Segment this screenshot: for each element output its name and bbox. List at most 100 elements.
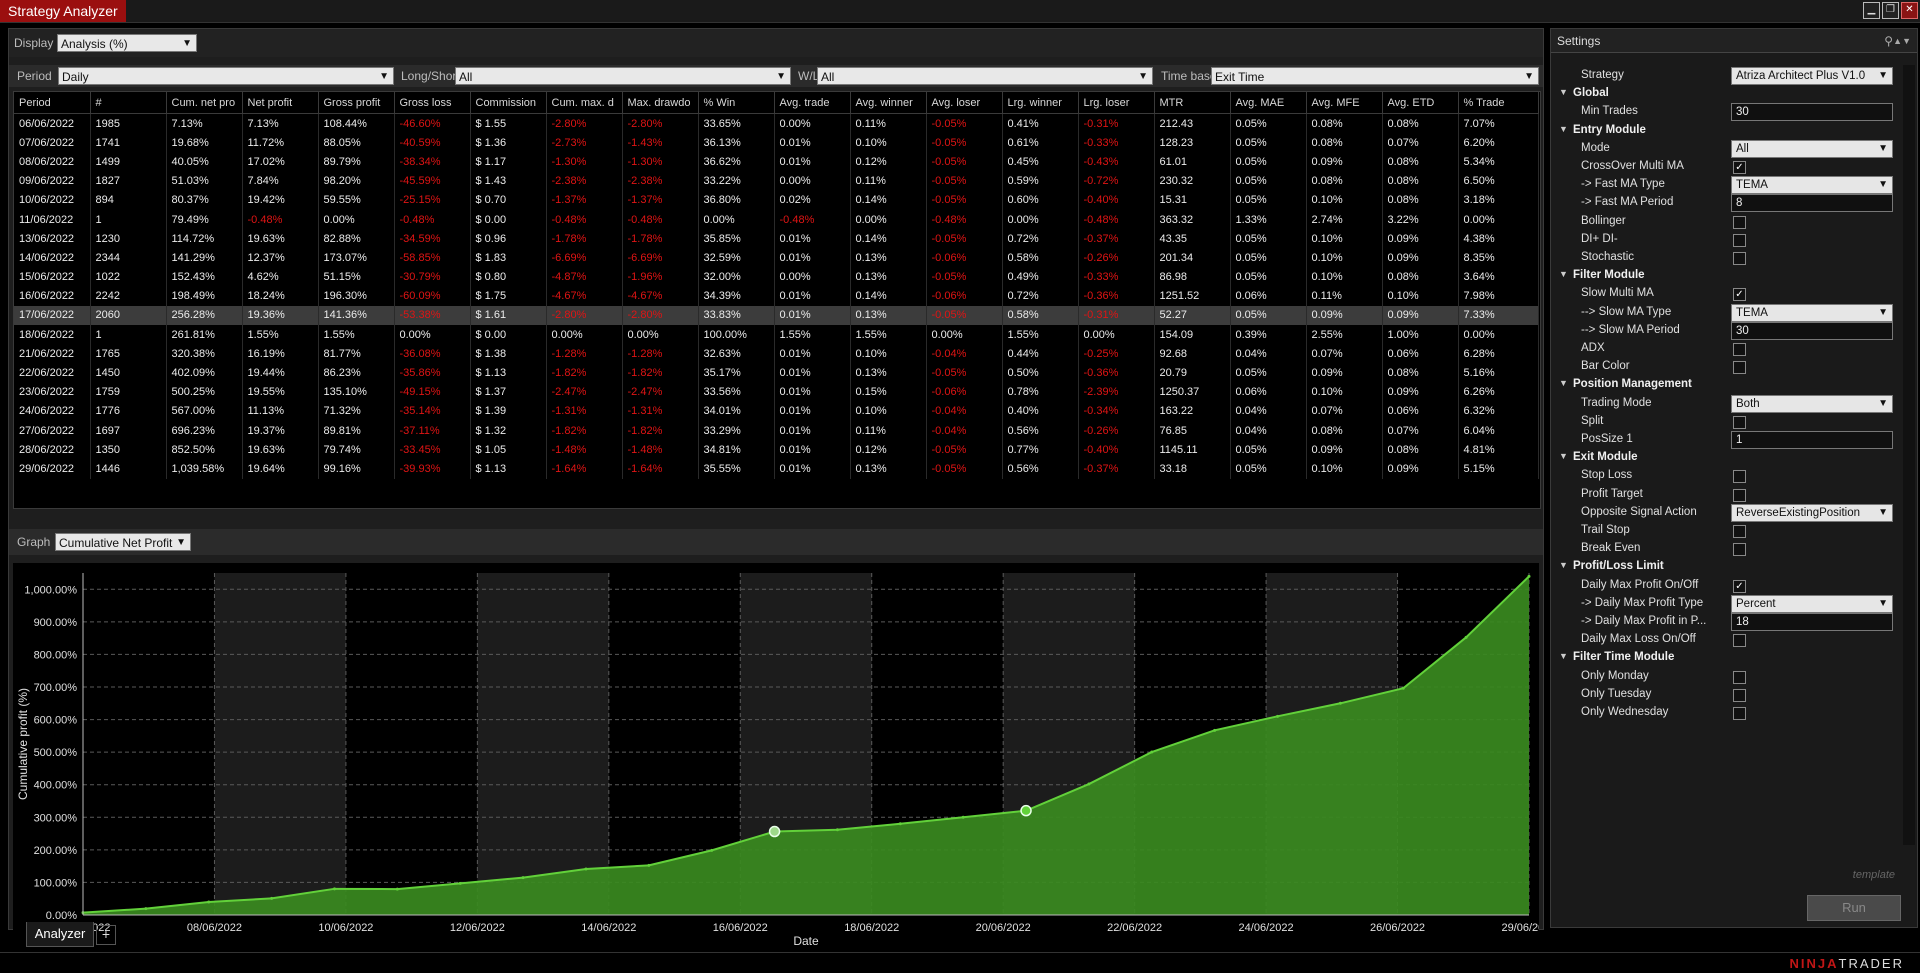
template-label[interactable]: template bbox=[1853, 869, 1895, 881]
table-cell: 7.13% bbox=[242, 113, 319, 134]
settings-scrollbar[interactable] bbox=[1903, 65, 1915, 845]
table-cell: -35.14% bbox=[394, 401, 471, 421]
property-checkbox[interactable] bbox=[1733, 343, 1746, 356]
property-checkbox[interactable] bbox=[1733, 525, 1746, 538]
column-header[interactable]: Avg. ETD bbox=[1382, 92, 1459, 114]
scroll-arrows-icon[interactable]: ▲▼ bbox=[1893, 29, 1911, 53]
property-checkbox[interactable] bbox=[1733, 634, 1746, 648]
column-header[interactable]: Avg. MFE bbox=[1306, 92, 1383, 114]
table-cell: 0.00% bbox=[1458, 209, 1539, 230]
table-row[interactable]: 29/06/2022 1446 1,039.58% 19.64% 99.16% -39.9… bbox=[14, 459, 1539, 479]
minimize-button[interactable]: ▁ bbox=[1863, 2, 1880, 19]
table-row[interactable]: 11/06/2022 1 79.49% -0.48% 0.00% -0.48% $ 0.00… bbox=[14, 209, 1539, 230]
run-button[interactable]: Run bbox=[1807, 895, 1901, 921]
table-cell: 1741 bbox=[90, 133, 167, 153]
table-row[interactable]: 22/06/2022 1450 402.09% 19.44% 86.23% -35.86%… bbox=[14, 363, 1539, 383]
period-select[interactable]: Daily ▼ bbox=[58, 67, 394, 85]
table-row[interactable]: 15/06/2022 1022 152.43% 4.62% 51.15% -30.79% $… bbox=[14, 267, 1539, 287]
column-header[interactable]: # bbox=[90, 92, 167, 114]
property-checkbox[interactable] bbox=[1733, 488, 1746, 502]
column-header[interactable]: Avg. winner bbox=[850, 92, 927, 114]
table-row[interactable]: 23/06/2022 1759 500.25% 19.55% 135.10% -49.15… bbox=[14, 382, 1539, 402]
pin-icon[interactable]: ⚲ bbox=[1884, 29, 1893, 53]
profit-chart[interactable]: 0.00% 100.00% 200.00% 300.00% 400.00% 500.00%… bbox=[13, 563, 1557, 949]
property-checkbox[interactable] bbox=[1733, 215, 1746, 229]
property-checkbox[interactable] bbox=[1733, 670, 1746, 684]
table-cell: 0.01% bbox=[774, 305, 851, 326]
analysis-grid[interactable]: Period # Cum. net pro Net profit Gross profi… bbox=[13, 91, 1541, 509]
table-row[interactable]: 08/06/2022 1499 40.05% 17.02% 89.79% -38.34% $… bbox=[14, 152, 1539, 172]
column-header[interactable]: % Win bbox=[698, 92, 775, 114]
close-button[interactable]: ✕ bbox=[1901, 2, 1918, 19]
property-checkbox[interactable] bbox=[1733, 688, 1746, 702]
column-header[interactable]: Gross profit bbox=[318, 92, 395, 114]
table-cell: 1985 bbox=[90, 113, 167, 134]
table-cell: 6.04% bbox=[1458, 421, 1539, 441]
table-row[interactable]: 21/06/2022 1765 320.38% 16.19% 81.77% -36.08%… bbox=[14, 344, 1539, 364]
wl-select[interactable]: All ▼ bbox=[817, 67, 1153, 85]
maximize-button[interactable]: ❐ bbox=[1882, 2, 1899, 19]
settings-property[interactable]: Only Wednesday bbox=[1551, 702, 1901, 724]
table-row[interactable]: 18/06/2022 1 261.81% 1.55% 1.55% 0.00% $ 0.00 0… bbox=[14, 325, 1539, 345]
table-cell: -0.48% bbox=[1078, 209, 1155, 230]
collapse-icon[interactable]: ▼ bbox=[1559, 124, 1568, 134]
graph-select[interactable]: Cumulative Net Profit ▼ bbox=[55, 533, 191, 551]
collapse-icon[interactable]: ▼ bbox=[1559, 560, 1568, 570]
longshort-select[interactable]: All ▼ bbox=[455, 67, 791, 85]
property-checkbox[interactable] bbox=[1733, 543, 1746, 557]
table-cell: -0.36% bbox=[1078, 363, 1155, 383]
property-checkbox[interactable]: ✓ bbox=[1733, 161, 1746, 174]
column-header[interactable]: Avg. loser bbox=[926, 92, 1003, 114]
column-header[interactable]: Gross loss bbox=[394, 92, 471, 114]
collapse-icon[interactable]: ▼ bbox=[1559, 651, 1568, 661]
tab-analyzer[interactable]: Analyzer bbox=[26, 922, 94, 947]
collapse-icon[interactable]: ▼ bbox=[1559, 378, 1568, 388]
property-checkbox[interactable] bbox=[1733, 415, 1746, 429]
property-name: Daily Max Profit On/Off bbox=[1581, 578, 1699, 591]
column-header[interactable]: Avg. MAE bbox=[1230, 92, 1307, 114]
table-row[interactable]: 16/06/2022 2242 198.49% 18.24% 196.30% -60.09… bbox=[14, 286, 1539, 306]
collapse-icon[interactable]: ▼ bbox=[1559, 269, 1568, 279]
table-cell: 0.00% bbox=[774, 267, 851, 287]
data-point bbox=[1401, 686, 1405, 690]
table-row[interactable]: 24/06/2022 1776 567.00% 11.13% 71.32% -35.14%… bbox=[14, 401, 1539, 421]
property-checkbox[interactable] bbox=[1733, 233, 1746, 247]
timebase-select[interactable]: Exit Time ▼ bbox=[1211, 67, 1539, 85]
column-header[interactable]: Avg. trade bbox=[774, 92, 851, 114]
table-cell: -0.05% bbox=[926, 190, 1003, 210]
column-header[interactable]: Max. drawdo bbox=[622, 92, 699, 114]
column-header[interactable]: % Trade bbox=[1458, 92, 1539, 114]
table-row[interactable]: 10/06/2022 894 80.37% 19.42% 59.55% -25.15% $ … bbox=[14, 190, 1539, 210]
longshort-value: All bbox=[459, 70, 473, 84]
table-row[interactable]: 07/06/2022 1741 19.68% 11.72% 88.05% -40.59% $… bbox=[14, 133, 1539, 153]
property-checkbox[interactable] bbox=[1733, 252, 1746, 265]
property-name: Trail Stop bbox=[1581, 524, 1630, 536]
column-header[interactable]: MTR bbox=[1154, 92, 1231, 114]
column-header[interactable]: Cum. net pro bbox=[166, 92, 243, 114]
property-checkbox[interactable] bbox=[1733, 470, 1746, 484]
table-cell: 19.68% bbox=[166, 133, 243, 153]
table-row[interactable]: 28/06/2022 1350 852.50% 19.63% 79.74% -33.45%… bbox=[14, 440, 1539, 460]
table-row[interactable]: 14/06/2022 2344 141.29% 12.37% 173.07% -58.85… bbox=[14, 248, 1539, 268]
collapse-icon[interactable]: ▼ bbox=[1559, 87, 1568, 97]
property-checkbox[interactable] bbox=[1733, 361, 1746, 375]
column-header[interactable]: Lrg. winner bbox=[1002, 92, 1079, 114]
table-row[interactable]: 09/06/2022 1827 51.03% 7.84% 98.20% -45.59% $ … bbox=[14, 171, 1539, 191]
table-cell: -49.15% bbox=[394, 382, 471, 402]
display-select[interactable]: Analysis (%) ▼ bbox=[57, 34, 197, 52]
add-tab-button[interactable]: + bbox=[96, 925, 116, 945]
table-row[interactable]: 17/06/2022 2060 256.28% 19.36% 141.36% -53.38… bbox=[14, 305, 1539, 326]
column-header[interactable]: Cum. max. d bbox=[546, 92, 623, 114]
property-checkbox[interactable]: ✓ bbox=[1733, 288, 1746, 302]
table-row[interactable]: 06/06/2022 1985 7.13% 7.13% 108.44% -46.60% $ … bbox=[14, 113, 1539, 134]
column-header[interactable]: Net profit bbox=[242, 92, 319, 114]
property-checkbox[interactable] bbox=[1733, 707, 1746, 720]
column-header[interactable]: Commission bbox=[470, 92, 547, 114]
column-header[interactable]: Lrg. loser bbox=[1078, 92, 1155, 114]
table-row[interactable]: 13/06/2022 1230 114.72% 19.63% 82.88% -34.59%… bbox=[14, 229, 1539, 249]
table-row[interactable]: 27/06/2022 1697 696.23% 19.37% 89.81% -37.11%… bbox=[14, 421, 1539, 441]
property-checkbox[interactable]: ✓ bbox=[1733, 579, 1746, 593]
table-cell: -33.45% bbox=[394, 440, 471, 460]
collapse-icon[interactable]: ▼ bbox=[1559, 451, 1568, 461]
column-header[interactable]: Period bbox=[14, 92, 91, 114]
